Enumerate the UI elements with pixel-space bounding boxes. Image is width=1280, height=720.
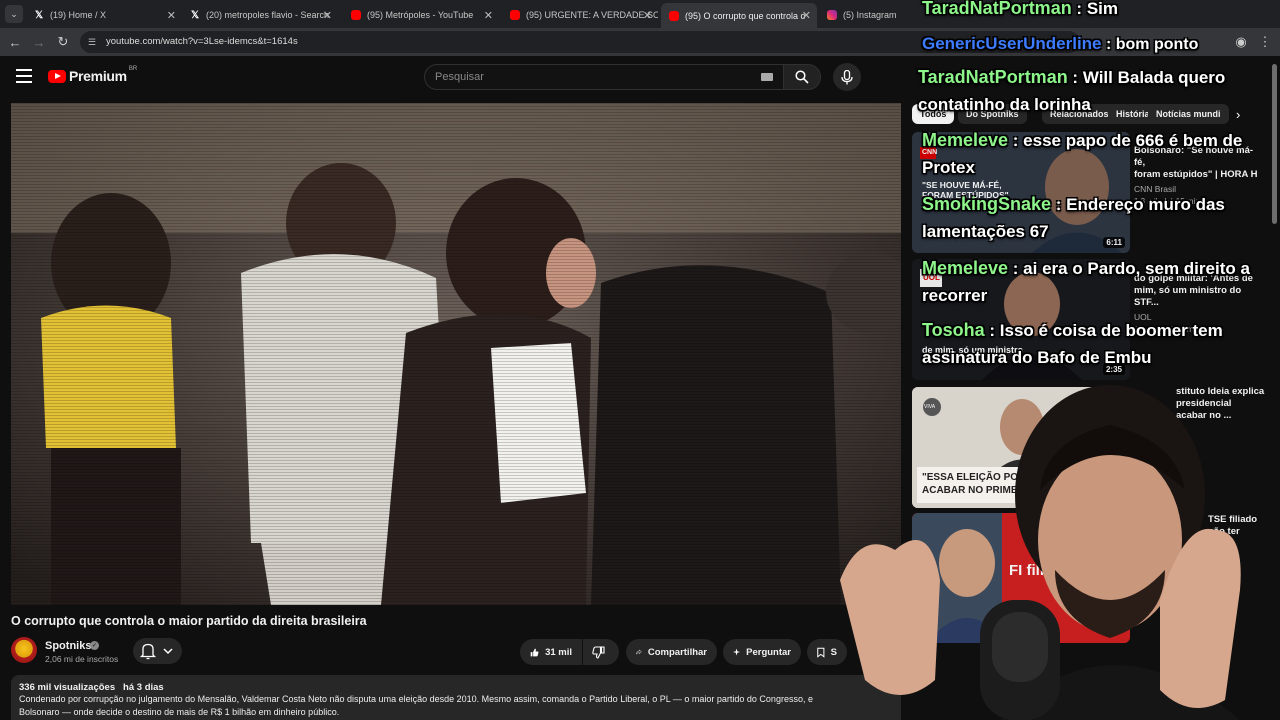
share-icon [636, 649, 642, 655]
tab-label: (20) metropoles flavio - Search [206, 10, 330, 20]
tab-label: (95) Metrópoles - YouTube [367, 10, 474, 20]
microphone-icon [841, 69, 853, 84]
search-placeholder: Pesquisar [435, 71, 484, 83]
chat-message: GenericUserUnderline : bom ponto [922, 34, 1199, 53]
chat-username: Tosoha [922, 320, 985, 340]
sparkle-icon [733, 648, 741, 656]
chat-message: Memeleve : ai era o Pardo, sem direito a… [922, 258, 1250, 305]
sidebar-scrollbar[interactable] [1272, 64, 1277, 224]
video-player[interactable] [11, 103, 901, 605]
channel-name[interactable]: Spotniks [45, 640, 91, 652]
tab-search-button[interactable]: ⌄ [5, 5, 23, 23]
tab-instagram[interactable]: (5) Instagram [819, 4, 919, 26]
chat-text: bom ponto [1115, 36, 1199, 53]
chat-username: GenericUserUnderline [922, 34, 1102, 53]
chat-username: Memeleve [922, 258, 1009, 278]
subscriber-count: 2,06 mi de inscritos [45, 654, 119, 664]
tab-x-home[interactable]: 𝕏 (19) Home / X ✕ [26, 4, 182, 26]
tab-label: (95) URGENTE: A VERDADE SOBRE [526, 10, 658, 20]
tab-x-search[interactable]: 𝕏 (20) metropoles flavio - Search ✕ [182, 4, 338, 26]
search-button[interactable] [783, 64, 821, 90]
bell-icon [139, 643, 173, 660]
voice-search-button[interactable] [833, 63, 861, 91]
upload-age: há 3 dias [123, 682, 164, 693]
close-icon[interactable]: ✕ [323, 9, 332, 22]
video-title: O corrupto que controla o maior partido … [11, 614, 367, 628]
verified-badge-icon: ✓ [90, 641, 99, 650]
chat-message: Tosoha : Isso é coisa de boomer tem assi… [922, 320, 1223, 367]
forward-arrow-icon[interactable]: → [31, 34, 47, 50]
description-line: Bolsonaro — onde decide o destino de mai… [19, 707, 340, 717]
like-button[interactable]: 31 mil [520, 639, 582, 665]
video-description[interactable]: 336 mil visualizações há 3 dias Condenad… [11, 675, 901, 720]
like-count: 31 mil [545, 646, 572, 658]
url-text: youtube.com/watch?v=3Lse-idemcs&t=1614s [106, 36, 298, 47]
youtube-play-icon [48, 69, 66, 83]
ask-button[interactable]: Perguntar [723, 639, 801, 665]
chat-text: Sim [1086, 0, 1118, 18]
logo-text: Premium [69, 68, 127, 84]
streamer-webcam [820, 380, 1280, 720]
channel-avatar[interactable] [11, 637, 37, 663]
view-count: 336 mil visualizações [19, 682, 116, 693]
close-icon[interactable]: ✕ [484, 9, 493, 22]
chat-message: TaradNatPortman : Sim [922, 0, 1118, 18]
search-input[interactable]: Pesquisar [424, 64, 784, 90]
youtube-icon [669, 10, 679, 21]
share-button[interactable]: Compartilhar [626, 639, 717, 665]
tab-youtube-urgente[interactable]: (95) URGENTE: A VERDADE SOBRE ✕ [502, 4, 658, 26]
chat-message: SmokingSnake : Endereço muro das lamenta… [922, 194, 1225, 241]
reload-icon[interactable]: ↻ [55, 34, 71, 50]
tab-label: (19) Home / X [50, 10, 107, 20]
close-icon[interactable]: ✕ [167, 9, 176, 22]
ask-label: Perguntar [746, 646, 791, 658]
youtube-icon [351, 10, 361, 20]
x-logo-icon: 𝕏 [190, 9, 200, 21]
webcam-image [840, 385, 1241, 720]
chat-message: Memeleve : esse papo de 666 é bem de Pro… [922, 130, 1243, 177]
back-arrow-icon[interactable]: ← [7, 34, 23, 50]
instagram-icon [827, 10, 837, 20]
chat-username: SmokingSnake [922, 194, 1052, 214]
scanline-overlay [11, 103, 901, 605]
chat-username: TaradNatPortman [918, 67, 1068, 87]
notification-bell-button[interactable] [133, 638, 182, 664]
dislike-button[interactable] [583, 639, 619, 665]
tab-youtube-active[interactable]: (95) O corrupto que controla o ✕ [661, 3, 817, 28]
menu-icon[interactable] [16, 69, 32, 83]
chat-message: TaradNatPortman : Will Balada quero cont… [918, 67, 1226, 114]
x-logo-icon: 𝕏 [34, 9, 44, 21]
description-line: Condenado por corrupção no julgamento do… [19, 694, 813, 704]
view-stats: 336 mil visualizações há 3 dias [19, 682, 893, 693]
thumbs-down-icon [591, 645, 605, 659]
chat-username: TaradNatPortman [922, 0, 1072, 18]
youtube-icon [510, 10, 520, 20]
keyboard-icon[interactable] [761, 73, 773, 81]
share-label: Compartilhar [647, 646, 707, 658]
close-icon[interactable]: ✕ [802, 9, 811, 22]
site-info-icon[interactable]: ☰ [88, 37, 98, 47]
tab-label: (5) Instagram [843, 10, 897, 20]
youtube-premium-logo[interactable]: Premium BR [48, 66, 138, 84]
tab-youtube-metropoles[interactable]: (95) Metrópoles - YouTube ✕ [343, 4, 499, 26]
chat-username: Memeleve [922, 130, 1009, 150]
tab-label: (95) O corrupto que controla o [685, 10, 806, 21]
country-code: BR [128, 66, 138, 72]
close-icon[interactable]: ✕ [643, 9, 652, 22]
search-icon [795, 70, 809, 84]
thumbs-up-icon [530, 648, 539, 656]
